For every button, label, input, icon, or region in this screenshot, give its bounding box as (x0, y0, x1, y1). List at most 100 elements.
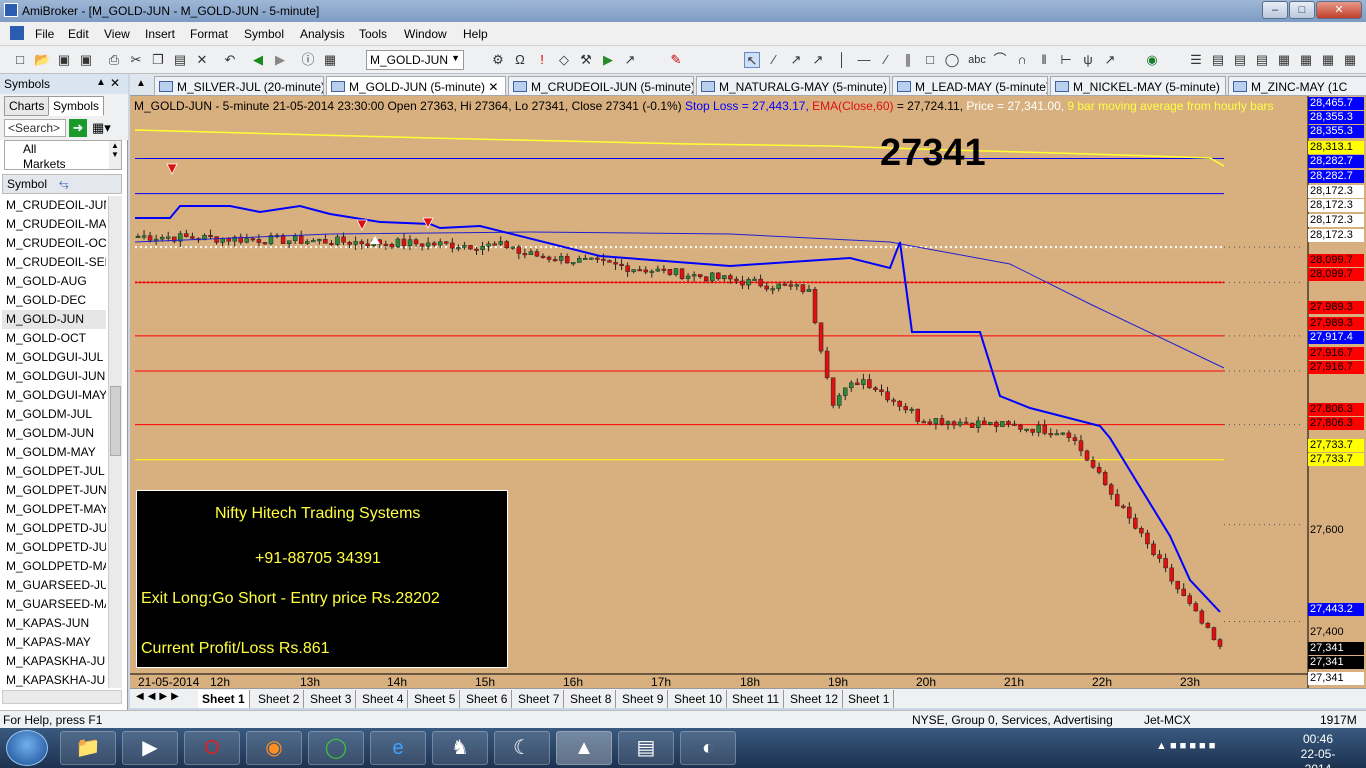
cut-icon[interactable]: ✂ (128, 52, 144, 68)
paste-icon[interactable]: ▤ (172, 52, 188, 68)
symbol-list-item[interactable]: M_GUARSEED-MAY (2, 595, 106, 614)
menu-tools[interactable]: Tools (359, 27, 387, 41)
trendline-icon[interactable]: ∕ (766, 52, 782, 68)
chart-tab[interactable]: M_CRUDEOIL-JUN (5-minute) (508, 76, 694, 96)
price-chart[interactable]: M_GOLD-JUN - 5-minute 21-05-2014 23:30:0… (130, 96, 1366, 689)
firefox-icon[interactable]: ◉ (246, 731, 302, 765)
sheet-tab[interactable]: Sheet 3 (306, 690, 357, 708)
horizontal-line-icon[interactable]: — (856, 52, 872, 68)
sheet-tab[interactable]: Sheet 4 (358, 690, 409, 708)
delete-icon[interactable]: ✕ (194, 52, 210, 68)
sheet-tab[interactable]: Sheet 7 (514, 690, 565, 708)
chrome-icon[interactable]: ◯ (308, 731, 364, 765)
pitchfork-icon[interactable]: ψ (1080, 52, 1096, 68)
tile-icon[interactable]: ▦ (1298, 52, 1314, 68)
chart-tab[interactable]: M_LEAD-MAY (5-minute) (892, 76, 1048, 96)
menu-view[interactable]: View (104, 27, 130, 41)
arrow-icon[interactable]: ↗ (1102, 52, 1118, 68)
calendar-icon[interactable]: ▦ (322, 52, 338, 68)
sheet-tab[interactable]: Sheet 5 (410, 690, 461, 708)
view-options-icon[interactable]: ▦▾ (92, 119, 118, 137)
clock[interactable]: 00:46 22-05-2014 (1288, 732, 1348, 768)
sheet-tab[interactable]: Sheet 2 (254, 690, 305, 708)
search-input[interactable]: <Search> (4, 119, 66, 137)
chart-tab[interactable]: M_SILVER-JUL (20-minute) (154, 76, 324, 96)
formula-icon[interactable]: Ω (512, 52, 528, 68)
open-icon[interactable]: 📂 (34, 52, 50, 68)
tab-symbols[interactable]: Symbols (48, 96, 105, 116)
symbol-list-item[interactable]: M_GOLDM-JUL (2, 405, 106, 424)
symbol-column-header[interactable]: Symbol ⥃ (2, 174, 122, 194)
symbol-list-item[interactable]: M_GOLD-OCT (2, 329, 106, 348)
cycle-icon[interactable]: ∩ (1014, 52, 1030, 68)
category-markets[interactable]: Markets (23, 157, 66, 169)
globe-icon[interactable]: ◉ (1144, 52, 1160, 68)
pen-icon[interactable]: ✎ (668, 52, 684, 68)
sheet-nav-icons[interactable]: ◀◀▶▶ (136, 691, 183, 702)
export-icon[interactable]: ↗ (622, 52, 638, 68)
arrow-line-icon[interactable]: ↗ (810, 52, 826, 68)
grid-icon[interactable]: ▦ (1276, 52, 1292, 68)
symbol-list-item[interactable]: M_GOLDPETD-JUL (2, 519, 106, 538)
panel-close-icon[interactable]: ✕ (110, 76, 120, 90)
chart-icon[interactable]: ▤ (1232, 52, 1248, 68)
symbol-list-item[interactable]: M_CRUDEOIL-JUN (2, 196, 106, 215)
blue-app-icon[interactable]: ◐ (680, 731, 736, 765)
symbol-list-item[interactable]: M_GOLDPET-MAY (2, 500, 106, 519)
tabs-scroll-icon[interactable]: ▲ (136, 78, 146, 89)
symbol-list-item[interactable]: M_KAPAS-JUN (2, 614, 106, 633)
play-icon[interactable]: ▶ (600, 52, 616, 68)
tab-charts[interactable]: Charts (4, 96, 50, 116)
opera-icon[interactable]: O (184, 731, 240, 765)
go-arrow-icon[interactable]: ➜ (69, 119, 87, 137)
tree-scrollbar[interactable]: ▲ ▼ (109, 141, 121, 169)
layout-icon[interactable]: ▤ (1210, 52, 1226, 68)
menu-analysis[interactable]: Analysis (300, 27, 345, 41)
moon-app-icon[interactable]: ☾ (494, 731, 550, 765)
shapes-icon[interactable]: ◇ (556, 52, 572, 68)
back-icon[interactable]: ◀ (250, 52, 266, 68)
symbol-list-item[interactable]: M_GOLD-DEC (2, 291, 106, 310)
forward-icon[interactable]: ▶ (272, 52, 288, 68)
window-icon[interactable]: ▦ (1342, 52, 1358, 68)
amibroker-icon[interactable]: ▲ (556, 731, 612, 765)
sheet-tab[interactable]: Sheet 11 (728, 690, 785, 708)
symbol-list-item[interactable]: M_GOLDPET-JUN (2, 481, 106, 500)
symbol-list-item[interactable]: M_GOLDM-MAY (2, 443, 106, 462)
symbol-list-item[interactable]: M_KAPASKHA-JUN (2, 671, 106, 688)
sheet-tab[interactable]: Sheet 10 (670, 690, 728, 708)
cascade-icon[interactable]: ▦ (1320, 52, 1336, 68)
symbol-combobox[interactable]: M_GOLD-JUN ▼ (366, 50, 464, 70)
copy-icon[interactable]: ❐ (150, 52, 166, 68)
close-button[interactable]: ✕ (1316, 1, 1362, 19)
menu-file[interactable]: File (35, 27, 54, 41)
rectangle-icon[interactable]: □ (922, 52, 938, 68)
menu-edit[interactable]: Edit (68, 27, 89, 41)
tab-close-icon[interactable]: ✕ (485, 80, 498, 94)
vertical-line-icon[interactable]: │ (834, 52, 850, 68)
settings-icon[interactable]: ⚙ (490, 52, 506, 68)
info-icon[interactable]: ⓘ (300, 52, 316, 68)
internet-explorer-icon[interactable]: e (370, 731, 426, 765)
symbol-list-item[interactable]: M_CRUDEOIL-OCT (2, 234, 106, 253)
chart-tab[interactable]: M_GOLD-JUN (5-minute) ✕ (326, 76, 506, 96)
chess-icon[interactable]: ♞ (432, 731, 488, 765)
scroll-thumb[interactable] (110, 386, 121, 456)
symbol-list-item[interactable]: M_GOLDPETD-MA (2, 557, 106, 576)
new-icon[interactable]: □ (12, 52, 28, 68)
menu-insert[interactable]: Insert (145, 27, 175, 41)
symbol-list-item[interactable]: M_GOLD-JUN (2, 310, 106, 329)
chart-bars-icon[interactable]: ▤ (1254, 52, 1270, 68)
document-icon[interactable] (10, 26, 24, 40)
symbol-list-item[interactable]: M_KAPAS-MAY (2, 633, 106, 652)
symbol-list-item[interactable]: M_GOLDM-JUN (2, 424, 106, 443)
symbol-list-item[interactable]: M_GOLDGUI-JUN (2, 367, 106, 386)
symbol-list-item[interactable]: M_GUARSEED-JUN (2, 576, 106, 595)
parallel-icon[interactable]: ∕ (878, 52, 894, 68)
symbol-list-item[interactable]: M_GOLDGUI-JUL (2, 348, 106, 367)
sheet-tab[interactable]: Sheet 6 (462, 690, 513, 708)
menu-symbol[interactable]: Symbol (244, 27, 284, 41)
maximize-button[interactable]: □ (1289, 1, 1315, 19)
symbol-list-item[interactable]: M_GOLDPETD-JUN (2, 538, 106, 557)
sheet-tab[interactable]: Sheet 9 (618, 690, 669, 708)
